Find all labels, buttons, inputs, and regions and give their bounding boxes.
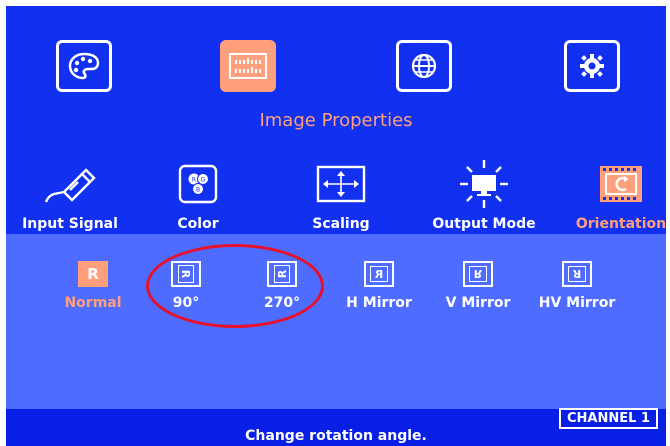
top-menu-globe[interactable] bbox=[396, 40, 452, 92]
category-color[interactable]: R G B Color bbox=[138, 156, 258, 232]
option-v-mirror[interactable]: R V Mirror bbox=[433, 261, 523, 311]
option-rotate-90[interactable]: R 90° bbox=[141, 261, 231, 311]
svg-text:R: R bbox=[192, 177, 196, 184]
option-label: H Mirror bbox=[346, 295, 412, 311]
category-label: Scaling bbox=[312, 216, 370, 232]
globe-icon bbox=[411, 53, 437, 79]
top-menu-image-properties[interactable] bbox=[220, 40, 276, 92]
svg-text:B: B bbox=[196, 187, 200, 194]
option-label: 270° bbox=[263, 295, 301, 311]
usb-cable-icon bbox=[44, 168, 96, 203]
option-normal[interactable]: R Normal bbox=[48, 261, 138, 311]
category-output-mode[interactable]: Output Mode bbox=[424, 156, 544, 232]
category-label: Input Signal bbox=[22, 216, 118, 232]
film-rotate-icon bbox=[600, 166, 642, 202]
top-menu-settings[interactable] bbox=[564, 40, 620, 92]
option-label: HV Mirror bbox=[538, 295, 616, 311]
help-text: Change rotation angle. bbox=[245, 428, 427, 444]
category-label: Output Mode bbox=[432, 216, 536, 232]
option-normal-icon: R bbox=[78, 261, 108, 287]
sliders-icon bbox=[229, 53, 267, 79]
top-menu-palette[interactable] bbox=[56, 40, 112, 92]
rotate-90-icon: R bbox=[171, 261, 201, 287]
svg-text:G: G bbox=[201, 177, 206, 184]
category-scaling[interactable]: Scaling bbox=[281, 156, 401, 232]
option-rotate-270[interactable]: R 270° bbox=[237, 261, 327, 311]
page-title: Image Properties bbox=[259, 110, 413, 131]
option-h-mirror[interactable]: R H Mirror bbox=[334, 261, 424, 311]
category-label: Orientation bbox=[575, 216, 666, 232]
option-hv-mirror[interactable]: R HV Mirror bbox=[532, 261, 622, 311]
rotate-270-icon: R bbox=[267, 261, 297, 287]
gear-icon bbox=[580, 54, 604, 78]
h-mirror-icon: R bbox=[364, 261, 394, 287]
palette-icon bbox=[68, 52, 100, 80]
channel-badge: CHANNEL 1 bbox=[559, 408, 658, 429]
category-label: Color bbox=[177, 216, 219, 232]
option-label: 90° bbox=[172, 295, 200, 311]
arrows-expand-icon bbox=[316, 165, 366, 203]
option-label: Normal bbox=[64, 295, 122, 311]
hv-mirror-icon: R bbox=[562, 261, 592, 287]
category-orientation[interactable]: Orientation bbox=[561, 156, 666, 232]
category-input-signal[interactable]: Input Signal bbox=[10, 156, 130, 232]
rgb-circles-icon: R G B bbox=[178, 164, 218, 204]
osd-screen: Image Properties Input Signal R G B Colo… bbox=[6, 6, 666, 446]
option-label: V Mirror bbox=[445, 295, 511, 311]
monitor-sun-icon bbox=[460, 160, 508, 208]
v-mirror-icon: R bbox=[463, 261, 493, 287]
